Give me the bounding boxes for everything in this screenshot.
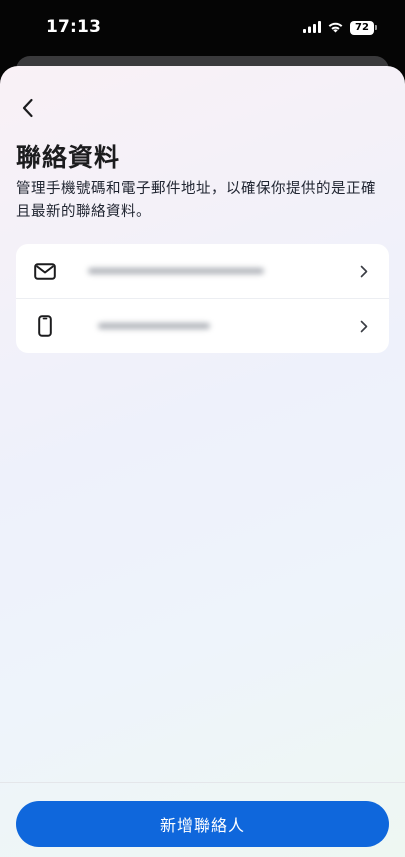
page-title: 聯絡資料 (16, 143, 121, 172)
status-indicators: 72 (303, 18, 377, 37)
contact-row-phone[interactable] (16, 298, 389, 353)
chevron-right-icon (357, 264, 371, 278)
battery-level: 72 (350, 20, 374, 35)
chevron-right-icon (357, 319, 371, 333)
status-bar: 17:13 72 (0, 0, 405, 56)
battery-tip (375, 25, 377, 30)
back-button[interactable] (14, 96, 42, 124)
battery-icon: 72 (350, 20, 377, 35)
phone-icon (33, 314, 57, 338)
wifi-icon (327, 18, 344, 37)
status-time: 17:13 (46, 17, 102, 37)
add-contact-button[interactable]: 新增聯絡人 (16, 801, 389, 847)
redacted-email (88, 268, 264, 274)
chevron-left-icon (21, 98, 35, 122)
mail-icon (33, 259, 57, 283)
contact-info-sheet: 聯絡資料 管理手機號碼和電子郵件地址，以確保你提供的是正確且最新的聯絡資料。 新… (0, 66, 405, 857)
footer-divider (0, 782, 405, 783)
screen: 17:13 72 聯絡資料 管理手機號碼和電子郵件地址，以確保你提供的是正確且最… (0, 0, 405, 857)
redacted-phone (98, 323, 210, 329)
page-description: 管理手機號碼和電子郵件地址，以確保你提供的是正確且最新的聯絡資料。 (16, 181, 376, 220)
contact-list (16, 244, 389, 353)
signal-icon (303, 18, 321, 37)
contact-row-email[interactable] (16, 244, 389, 298)
